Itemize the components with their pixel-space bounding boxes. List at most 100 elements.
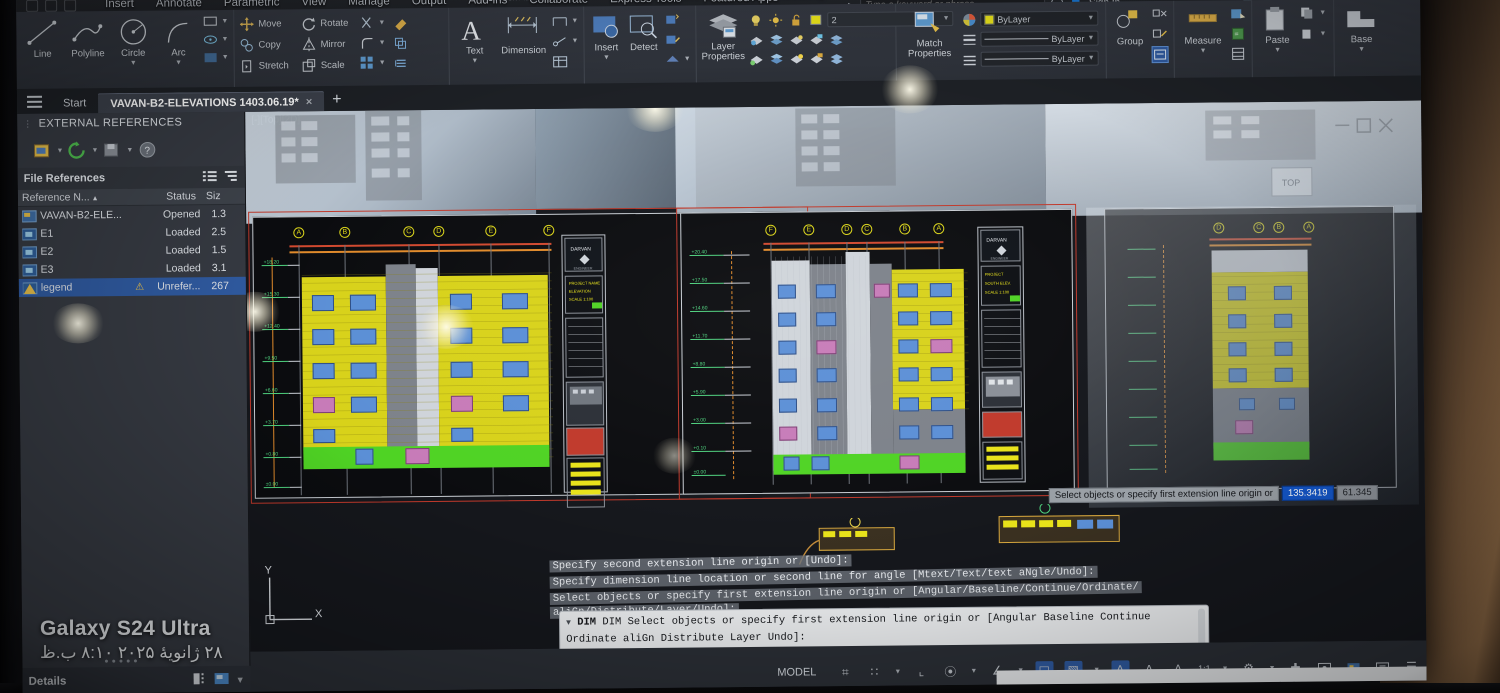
command-history-expand-icon[interactable]: ▼: [566, 619, 571, 628]
ungroup-icon[interactable]: [1151, 6, 1168, 23]
utilities-small-tools[interactable]: =: [1229, 3, 1247, 62]
modify-col-3[interactable]: ▼ ▼ ▼: [359, 11, 386, 71]
grid-bubble[interactable]: D: [841, 223, 853, 236]
object-color-combo[interactable]: ByLayer ▼: [980, 10, 1099, 27]
details-toolbar[interactable]: ▼: [193, 671, 245, 687]
sort-ascending-icon[interactable]: ▲: [90, 195, 99, 202]
layer-off-icon[interactable]: [788, 30, 805, 47]
column-status[interactable]: Status: [130, 190, 202, 203]
grid-bubble[interactable]: A: [933, 223, 945, 235]
sheet-3[interactable]: D C B A: [1104, 205, 1397, 491]
line-button[interactable]: Line: [21, 15, 64, 60]
ellipse-dropdown-icon[interactable]: ▼: [221, 36, 228, 43]
group-selection-toggle-icon[interactable]: [1151, 45, 1169, 64]
attach-dwg-icon[interactable]: [31, 140, 53, 162]
help-icon[interactable]: ?: [136, 139, 158, 161]
layer-unlock-icon[interactable]: [808, 49, 825, 66]
multileader-button[interactable]: ▼: [552, 33, 579, 50]
linetype-combo[interactable]: ByLayer ▼: [980, 50, 1099, 67]
block-library-button[interactable]: ▼: [665, 51, 691, 68]
grid-bubble[interactable]: E: [803, 224, 815, 236]
array-dropdown-icon[interactable]: ▼: [379, 59, 386, 66]
grid-display-toggle[interactable]: ⌗: [836, 663, 854, 681]
clipboard-small-tools[interactable]: ▼ ▼: [1300, 2, 1326, 42]
grid-bubble[interactable]: D: [1213, 222, 1225, 234]
multileader-dropdown-icon[interactable]: ▼: [572, 38, 579, 45]
refresh-dropdown-icon[interactable]: ▼: [91, 147, 98, 154]
annotation-small-tools[interactable]: ▼ ▼: [552, 10, 579, 70]
layer-merge-icon[interactable]: [828, 30, 845, 47]
copy-clip-button[interactable]: ▼: [1300, 4, 1326, 21]
polar-tracking-toggle[interactable]: ⦿: [941, 662, 959, 680]
grid-bubble[interactable]: F: [765, 224, 777, 236]
group-button[interactable]: Group: [1111, 4, 1148, 47]
modify-col-4[interactable]: [392, 11, 410, 71]
object-color-row[interactable]: ByLayer ▼: [960, 10, 1099, 28]
lightbulb-on-icon[interactable]: [748, 12, 765, 29]
preview-view-icon[interactable]: [214, 671, 230, 687]
stretch-button[interactable]: Stretch: [240, 57, 289, 74]
object-color-chevron-down-icon[interactable]: ▼: [1087, 15, 1094, 22]
drawing-tab-active[interactable]: VAVAN-B2-ELEVATIONS 1403.06.19* ×: [98, 91, 325, 114]
refresh-icon[interactable]: [66, 139, 88, 161]
table-row[interactable]: E3 Loaded 3.1: [19, 259, 246, 279]
hatch-dropdown-icon[interactable]: ▼: [222, 54, 229, 61]
column-reference-name[interactable]: Reference N... ▲: [18, 191, 130, 204]
create-block-icon[interactable]: [664, 11, 681, 28]
draw-small-tools[interactable]: ▼ ▼ ▼: [202, 13, 229, 66]
sheet-2[interactable]: F E D C B A +20.40 +17.50 +14.60 +11.70 …: [680, 208, 1075, 495]
layer-lock-icon[interactable]: [808, 30, 825, 47]
grid-bubble[interactable]: E: [485, 225, 497, 237]
grid-bubble[interactable]: C: [403, 226, 415, 238]
list-view-icon[interactable]: [202, 170, 217, 185]
layer-change-to-current-icon[interactable]: [828, 49, 845, 66]
start-tab[interactable]: Start: [51, 93, 98, 113]
layer-isolate-icon[interactable]: [748, 31, 765, 48]
table-row[interactable]: E2 Loaded 1.5: [18, 241, 245, 261]
dynamic-input-tooltip[interactable]: Select objects or specify first extensio…: [1048, 484, 1378, 504]
drawing-canvas[interactable]: [-][Top][2D] TOP A B C D E F +18.20 +15.…: [245, 100, 1427, 652]
quick-calc-icon[interactable]: =: [1229, 25, 1246, 42]
hatch-button[interactable]: ▼: [203, 49, 229, 66]
grid-bubble[interactable]: B: [899, 223, 911, 235]
linewidth-combo[interactable]: ByLayer ▼: [980, 30, 1099, 47]
match-properties-button[interactable]: Match Properties: [901, 6, 958, 60]
column-size[interactable]: Siz: [202, 190, 242, 202]
grid-bubble[interactable]: C: [861, 223, 873, 235]
palette-grip-icon[interactable]: ⋮: [23, 118, 33, 129]
measure-dropdown-icon[interactable]: ▼: [1200, 48, 1207, 55]
snap-mode-toggle[interactable]: ∷: [865, 663, 883, 681]
palette-toolbar[interactable]: ▼ ▼ ▼ ?: [17, 132, 244, 168]
rotate-button[interactable]: Rotate: [301, 15, 348, 32]
dynamic-input-value-second[interactable]: 61.345: [1336, 484, 1378, 501]
paste-button[interactable]: Paste ▼: [1257, 3, 1297, 54]
modify-col-1[interactable]: Move Copy Stretch: [239, 12, 289, 74]
color-swatch-icon[interactable]: [808, 11, 825, 28]
ortho-mode-toggle[interactable]: ⌞: [912, 662, 930, 680]
table-button[interactable]: [553, 53, 579, 70]
table-row[interactable]: E1 Loaded 2.5: [18, 223, 245, 243]
viewport-label[interactable]: [-][Top][2D]: [251, 114, 300, 125]
move-button[interactable]: Move: [239, 15, 288, 32]
tree-view-icon[interactable]: [224, 169, 239, 184]
polyline-button[interactable]: Polyline: [66, 14, 109, 59]
group-small-tools[interactable]: [1151, 4, 1169, 64]
model-space-button[interactable]: MODEL: [777, 666, 816, 678]
grid-bubble[interactable]: B: [339, 226, 351, 238]
trim-dropdown-icon[interactable]: ▼: [378, 19, 385, 26]
layer-properties-button[interactable]: Layer Properties: [701, 8, 745, 62]
palette-title-bar[interactable]: ⋮ EXTERNAL REFERENCES: [17, 112, 244, 134]
text-dropdown-icon[interactable]: ▼: [471, 58, 478, 65]
title-block[interactable]: DARVAN ENGINEER PROJECT NAME ELEVATION SCAL…: [561, 234, 608, 508]
cut-clip-button[interactable]: ▼: [1300, 25, 1326, 42]
rectangle-button[interactable]: ▼: [202, 13, 228, 30]
linetype-chevron-down-icon[interactable]: ▼: [1088, 55, 1095, 62]
polar-dropdown-icon[interactable]: ▼: [970, 667, 977, 674]
linewidth-row[interactable]: ByLayer ▼: [960, 30, 1099, 48]
ellipse-button[interactable]: ▼: [202, 31, 228, 48]
snap-dropdown-icon[interactable]: ▼: [894, 668, 901, 675]
insert-block-button[interactable]: Insert ▼: [589, 9, 623, 61]
block-small-tools[interactable]: ▼: [664, 9, 691, 68]
fillet-button[interactable]: ▼: [360, 34, 386, 51]
rectangle-dropdown-icon[interactable]: ▼: [221, 18, 228, 25]
